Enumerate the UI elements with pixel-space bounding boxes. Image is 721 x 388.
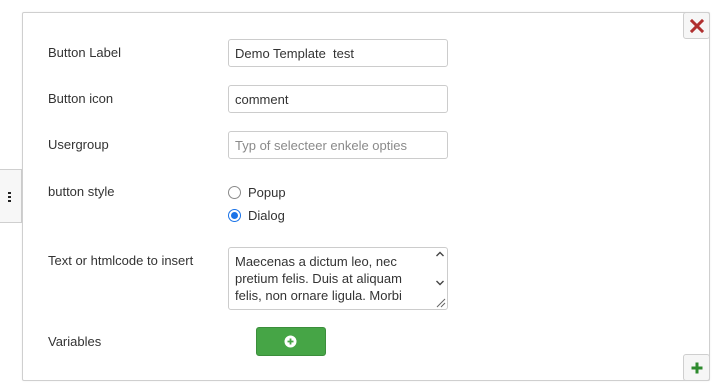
usergroup-label: Usergroup bbox=[48, 137, 109, 152]
text-insert-label: Text or htmlcode to insert bbox=[48, 253, 194, 268]
plus-icon bbox=[691, 362, 703, 374]
text-insert-content: Maecenas a dictum leo, nec pretium felis… bbox=[235, 254, 402, 303]
radio-popup-circle[interactable] bbox=[228, 185, 241, 199]
button-label-label: Button Label bbox=[48, 45, 122, 60]
resize-handle-icon[interactable] bbox=[434, 296, 446, 308]
scroll-up-icon[interactable] bbox=[436, 251, 444, 257]
radio-popup[interactable]: Popup bbox=[228, 183, 286, 201]
button-icon-input[interactable] bbox=[228, 85, 448, 113]
add-variable-button[interactable] bbox=[256, 327, 326, 356]
radio-popup-label: Popup bbox=[248, 184, 286, 200]
settings-panel bbox=[22, 12, 710, 381]
radio-dialog-label: Dialog bbox=[248, 207, 285, 223]
variables-label: Variables bbox=[48, 334, 102, 349]
radio-dialog-circle[interactable] bbox=[228, 208, 241, 222]
textarea-scrollbar[interactable] bbox=[433, 248, 447, 296]
button-icon-label: Button icon bbox=[48, 91, 114, 106]
usergroup-input[interactable] bbox=[228, 131, 448, 159]
vertical-dots-icon bbox=[8, 192, 11, 202]
radio-dialog[interactable]: Dialog bbox=[228, 206, 285, 224]
side-handle-tab[interactable] bbox=[0, 169, 22, 223]
plus-circle-icon bbox=[284, 335, 297, 348]
button-style-label: button style bbox=[48, 184, 115, 199]
scroll-down-icon[interactable] bbox=[436, 280, 444, 286]
text-insert-textarea[interactable]: Maecenas a dictum leo, nec pretium felis… bbox=[228, 247, 448, 310]
close-button[interactable] bbox=[683, 12, 710, 39]
close-icon bbox=[690, 19, 704, 33]
button-label-input[interactable] bbox=[228, 39, 448, 67]
add-button[interactable] bbox=[683, 354, 710, 381]
